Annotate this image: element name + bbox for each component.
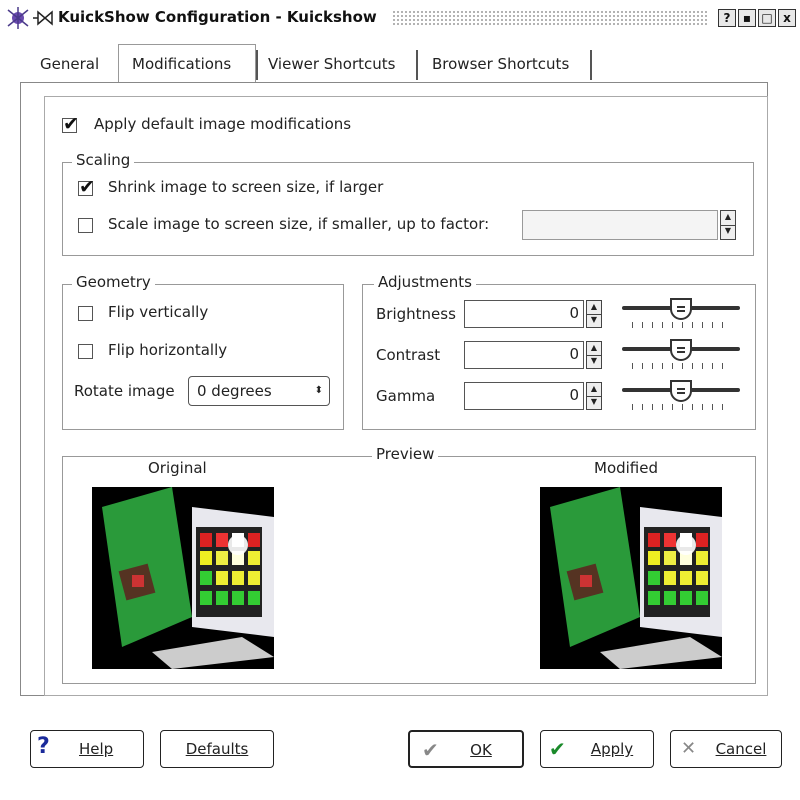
flip-horizontally-checkbox[interactable] (78, 344, 93, 359)
flip-vertically-label: Flip vertically (108, 303, 209, 321)
check-icon: ✔ (549, 737, 566, 761)
minimize-button[interactable]: ▪ (738, 9, 756, 27)
geometry-legend: Geometry (72, 273, 155, 291)
scale-factor-spinner[interactable]: ▲ ▼ (720, 210, 736, 240)
contrast-label: Contrast (376, 346, 441, 364)
title-bar[interactable]: KuickShow Configuration - Kuickshow ? ▪ … (0, 0, 800, 37)
spin-up-icon[interactable]: ▲ (587, 301, 601, 315)
contrast-slider-ticks (632, 363, 732, 369)
scaling-legend: Scaling (72, 151, 135, 169)
spin-down-icon[interactable]: ▼ (587, 314, 601, 327)
preview-legend: Preview (372, 445, 439, 463)
spin-up-icon[interactable]: ▲ (587, 383, 601, 397)
spin-down-icon[interactable]: ▼ (587, 396, 601, 409)
tab-modifications[interactable]: Modifications (120, 46, 243, 82)
gamma-slider-ticks (632, 404, 732, 410)
check-icon: ✔ (422, 738, 439, 762)
defaults-button[interactable]: Defaults (160, 730, 274, 768)
flip-horizontally-label: Flip horizontally (108, 341, 228, 359)
title-bar-grip (392, 10, 708, 26)
help-icon: ? (37, 734, 50, 759)
brightness-spinner[interactable]: ▲ ▼ (586, 300, 602, 328)
gamma-label: Gamma (376, 387, 436, 405)
ok-button[interactable]: ✔ OK (408, 730, 524, 768)
close-icon: ✕ (681, 738, 697, 759)
scaling-group (62, 162, 754, 256)
brightness-label: Brightness (376, 305, 456, 323)
rotate-select-value: 0 degrees (197, 382, 272, 400)
maximize-button[interactable]: □ (758, 9, 776, 27)
rotate-label: Rotate image (74, 382, 175, 400)
tab-divider (416, 50, 418, 80)
shrink-label: Shrink image to screen size, if larger (108, 178, 384, 196)
scale-factor-input[interactable] (522, 210, 718, 240)
close-button[interactable]: x (778, 9, 796, 27)
apply-default-checkbox[interactable] (62, 113, 79, 135)
flip-vertically-checkbox[interactable] (78, 306, 93, 321)
help-button[interactable]: ? Help (30, 730, 144, 768)
spin-down-icon[interactable]: ▼ (587, 355, 601, 368)
app-icon (7, 7, 29, 29)
contrast-spinner[interactable]: ▲ ▼ (586, 341, 602, 369)
tab-browser-shortcuts[interactable]: Browser Shortcuts (420, 46, 581, 82)
adjustments-legend: Adjustments (374, 273, 476, 291)
help-title-button[interactable]: ? (718, 9, 736, 27)
tab-general[interactable]: General (28, 46, 111, 82)
contrast-slider-handle[interactable] (670, 339, 692, 361)
spin-down-icon[interactable]: ▼ (721, 225, 735, 239)
contrast-input[interactable]: 0 (464, 341, 584, 369)
ok-button-label: OK (470, 741, 492, 759)
modified-preview-image (540, 487, 722, 669)
tab-viewer-shortcuts[interactable]: Viewer Shortcuts (256, 46, 407, 82)
scale-checkbox[interactable] (78, 218, 93, 233)
apply-default-label: Apply default image modifications (94, 115, 352, 133)
original-label: Original (148, 459, 207, 477)
defaults-button-label: Defaults (185, 740, 249, 758)
modified-label: Modified (594, 459, 659, 477)
window-menu-icon[interactable] (32, 10, 54, 26)
help-button-label: Help (79, 740, 114, 758)
rotate-select[interactable]: 0 degrees ⬍ (188, 376, 330, 406)
brightness-slider-handle[interactable] (670, 298, 692, 320)
spin-up-icon[interactable]: ▲ (587, 342, 601, 356)
apply-button-label: Apply (590, 740, 634, 758)
gamma-slider-handle[interactable] (670, 380, 692, 402)
shrink-checkbox[interactable] (78, 176, 95, 198)
apply-button[interactable]: ✔ Apply (540, 730, 654, 768)
window-title: KuickShow Configuration - Kuickshow (58, 8, 377, 26)
gamma-input[interactable]: 0 (464, 382, 584, 410)
cancel-button-label: Cancel (715, 740, 767, 758)
gamma-spinner[interactable]: ▲ ▼ (586, 382, 602, 410)
spin-up-icon[interactable]: ▲ (721, 211, 735, 226)
tab-divider (590, 50, 592, 80)
cancel-button[interactable]: ✕ Cancel (670, 730, 782, 768)
updown-arrow-icon: ⬍ (314, 385, 323, 396)
brightness-slider-ticks (632, 322, 732, 328)
brightness-input[interactable]: 0 (464, 300, 584, 328)
scale-label: Scale image to screen size, if smaller, … (108, 215, 490, 233)
original-preview-image (92, 487, 274, 669)
